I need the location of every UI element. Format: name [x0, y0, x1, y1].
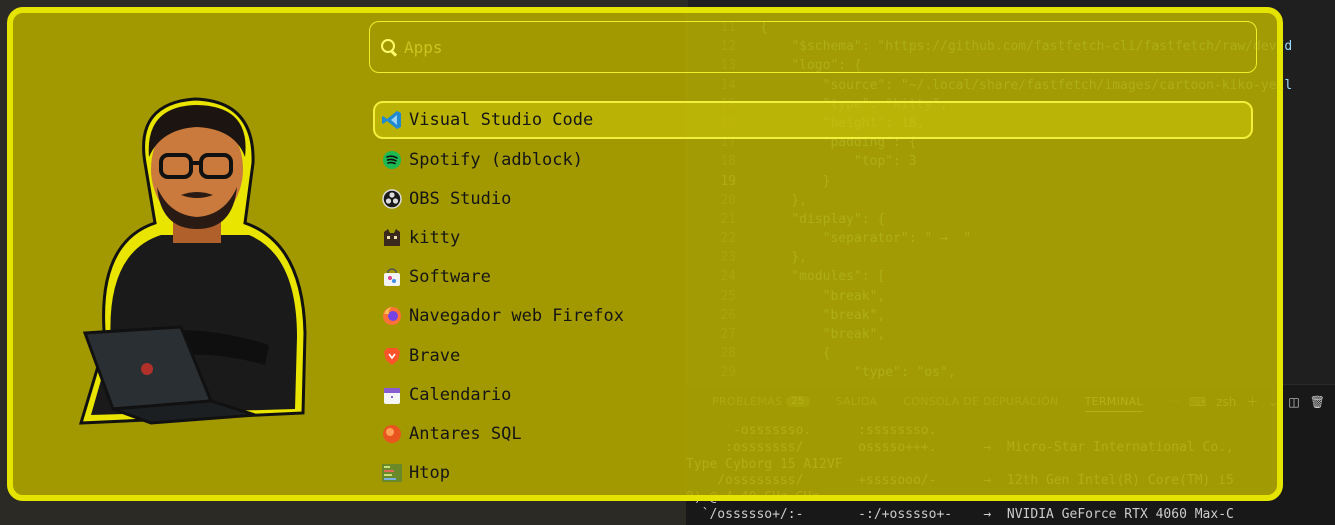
kitty-icon	[381, 227, 403, 249]
vscode-icon	[381, 109, 403, 131]
app-label: Brave	[409, 345, 461, 366]
software-store-icon	[381, 266, 403, 288]
split-terminal-icon[interactable]: ◫	[1288, 395, 1299, 409]
search-icon	[380, 38, 398, 56]
htop-icon	[381, 462, 403, 484]
app-item-brave[interactable]: Brave	[373, 336, 1253, 375]
search-input[interactable]	[404, 37, 1204, 57]
obs-icon	[381, 188, 403, 210]
app-label: Visual Studio Code	[409, 110, 594, 130]
trash-icon[interactable]: 🗑	[1310, 395, 1325, 409]
app-item-obs[interactable]: OBS Studio	[373, 179, 1253, 218]
app-item-spotify[interactable]: Spotify (adblock)	[373, 140, 1253, 179]
app-item-htop[interactable]: Htop	[373, 454, 1253, 493]
app-label: OBS Studio	[409, 188, 512, 209]
spotify-icon	[381, 149, 403, 171]
app-label: kitty	[409, 227, 461, 248]
app-item-firefox[interactable]: Navegador web Firefox	[373, 297, 1253, 336]
app-label: Spotify (adblock)	[409, 149, 583, 170]
app-label: Navegador web Firefox	[409, 306, 624, 327]
app-label: Antares SQL	[409, 423, 522, 444]
cartoon-avatar-image	[78, 97, 307, 425]
app-item-software-store[interactable]: Software	[373, 258, 1253, 297]
app-item-vscode[interactable]: Visual Studio Code	[373, 101, 1253, 139]
app-list: Visual Studio Code Spotify (adblock) OBS S…	[373, 101, 1253, 493]
calendar-icon	[381, 384, 403, 406]
terminal-line: `/ossssso+/:- -:/+osssso+- → NVIDIA GeFo…	[686, 506, 1234, 522]
app-label: Calendario	[409, 384, 512, 405]
app-item-kitty[interactable]: kitty	[373, 218, 1253, 257]
app-launcher: Visual Studio Code Spotify (adblock) OBS S…	[7, 7, 1283, 501]
brave-icon	[381, 345, 403, 367]
app-label: Software	[409, 267, 491, 288]
firefox-icon	[381, 305, 403, 327]
antares-icon	[381, 423, 403, 445]
app-item-calendar[interactable]: Calendario	[373, 375, 1253, 414]
app-label: Htop	[409, 463, 450, 484]
search-box[interactable]	[369, 21, 1257, 73]
app-item-antares[interactable]: Antares SQL	[373, 414, 1253, 453]
